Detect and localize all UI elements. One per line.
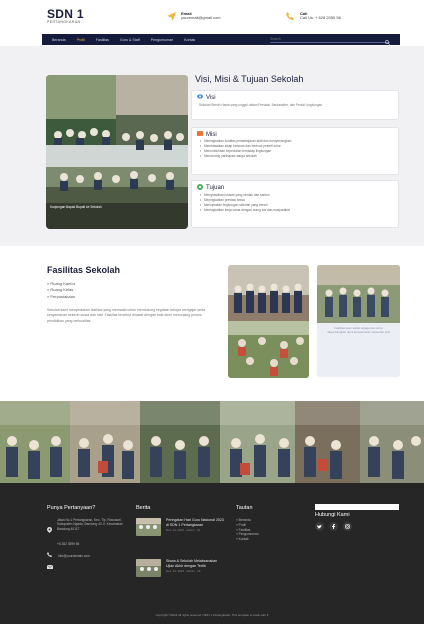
paper-plane-icon	[166, 11, 176, 21]
call-value: Call Us: + 628 2055 56	[300, 15, 341, 20]
school-activity-photo: Kunjungan Bapak Bupati ke Sekolah	[46, 75, 188, 229]
twitter-icon[interactable]	[315, 522, 324, 531]
news-item[interactable]: Peringatan Hari Guru Nasional 2023 di SD…	[136, 518, 224, 536]
footer-news-heading: Berita	[136, 505, 151, 511]
footer-contact-us-heading: Hubungi Kami	[315, 512, 350, 518]
flag-icon	[197, 131, 203, 138]
misi-item: Mendorong partisipasi warga sekolah	[200, 154, 391, 159]
misi-card: Misi Meningkatkan kualitas pembelajaran …	[191, 127, 399, 175]
footer-links: » Beranda » Profil » Fasilitas » Pengumu…	[236, 518, 259, 542]
facility-caption: Fasilitas kami selalu terjaga dan terus …	[327, 326, 390, 335]
nav-item-pengumuman[interactable]: Pengumuman	[151, 38, 173, 42]
main-nav: Beranda Profil Fasilitas Guru & Staff Pe…	[42, 34, 400, 45]
footer-address: Jalan No.1 Pertangkaran, Kec. Tlp. Rowos…	[47, 518, 123, 537]
logo-subtitle: PERTANGKARAN	[47, 20, 81, 24]
gallery-strip	[0, 401, 424, 483]
logo-title: SDN 1	[47, 7, 84, 21]
visi-card: Visi Sekolah Bersih Hasta yang unggul da…	[191, 90, 399, 120]
facility-card: Fasilitas kami selalu terjaga dan terus …	[317, 265, 400, 377]
facility-item: » Perpustakaan	[47, 293, 76, 299]
footer-contact-heading: Punya Pertanyaan?	[47, 505, 96, 511]
facilities-title: Fasilitas Sekolah	[47, 265, 121, 275]
footer-link-kontak[interactable]: » Kontak	[236, 537, 259, 542]
search-input[interactable]	[270, 37, 370, 41]
photo-caption: Kunjungan Bapak Bupati ke Sekolah	[50, 205, 102, 209]
site-logo[interactable]: SDN 1 PERTANGKARAN	[47, 8, 84, 25]
footer-email[interactable]: info@yourdomain.com	[46, 554, 90, 573]
facilities-list: » Ruang Kantor » Ruang Kelas » Perpustak…	[47, 281, 75, 300]
nav-item-fasilitas[interactable]: Fasilitas	[96, 38, 109, 42]
news-meta: Dec. 12, 2023 · Admin · 19	[166, 569, 201, 574]
search-box	[270, 36, 390, 45]
nav-item-guru-staff[interactable]: Guru & Staff	[120, 38, 140, 42]
news-thumbnail	[136, 518, 161, 536]
visi-text: Sekolah Bersih Hasta yang unggul dalam P…	[199, 103, 323, 107]
nav-item-kontak[interactable]: Kontak	[184, 38, 195, 42]
tujuan-item: Meningkatkan kerja sama dengan orang tua…	[200, 208, 391, 213]
vision-title: Visi, Misi & Tujuan Sekolah	[195, 74, 304, 84]
news-title: Peringatan Hari Guru Nasional 2023 di SD…	[166, 518, 224, 527]
nav-item-beranda[interactable]: Beranda	[52, 38, 66, 42]
contact-phone[interactable]: Call Call Us: + 628 2055 56	[285, 11, 341, 21]
target-icon	[197, 184, 203, 192]
news-thumbnail	[136, 559, 161, 577]
facebook-icon[interactable]	[329, 522, 338, 531]
tujuan-heading: Tujuan	[206, 185, 225, 191]
facility-photo	[228, 265, 309, 378]
email-value: youremail@gmail.com	[181, 15, 221, 20]
instagram-icon[interactable]	[343, 522, 352, 531]
envelope-icon	[46, 554, 54, 573]
contact-email[interactable]: Email youremail@gmail.com	[166, 11, 221, 21]
news-title: Siswa & Sekolah Melaksanakan Ujian Akhir…	[166, 559, 218, 568]
newsletter-input[interactable]	[315, 504, 399, 510]
news-meta: Nov. 24, 2023 · Admin · 19	[166, 528, 201, 533]
phone-icon	[285, 11, 295, 21]
misi-heading: Misi	[206, 131, 217, 138]
footer-links-heading: Tautan	[236, 505, 253, 511]
news-item[interactable]: Siswa & Sekolah Melaksanakan Ujian Akhir…	[136, 559, 224, 577]
copyright: Copyright ©2024 All rights reserved | SD…	[155, 613, 269, 617]
visi-heading: Visi	[206, 94, 216, 101]
map-pin-icon	[47, 518, 52, 537]
eye-icon	[197, 94, 203, 101]
tujuan-card: Tujuan Menghasilkan lulusan yang cerdas …	[191, 180, 399, 228]
nav-item-profil[interactable]: Profil	[77, 38, 85, 42]
social-links	[315, 522, 352, 531]
facilities-description: Sekolah kami menyediakan fasilitas yang …	[47, 308, 206, 323]
